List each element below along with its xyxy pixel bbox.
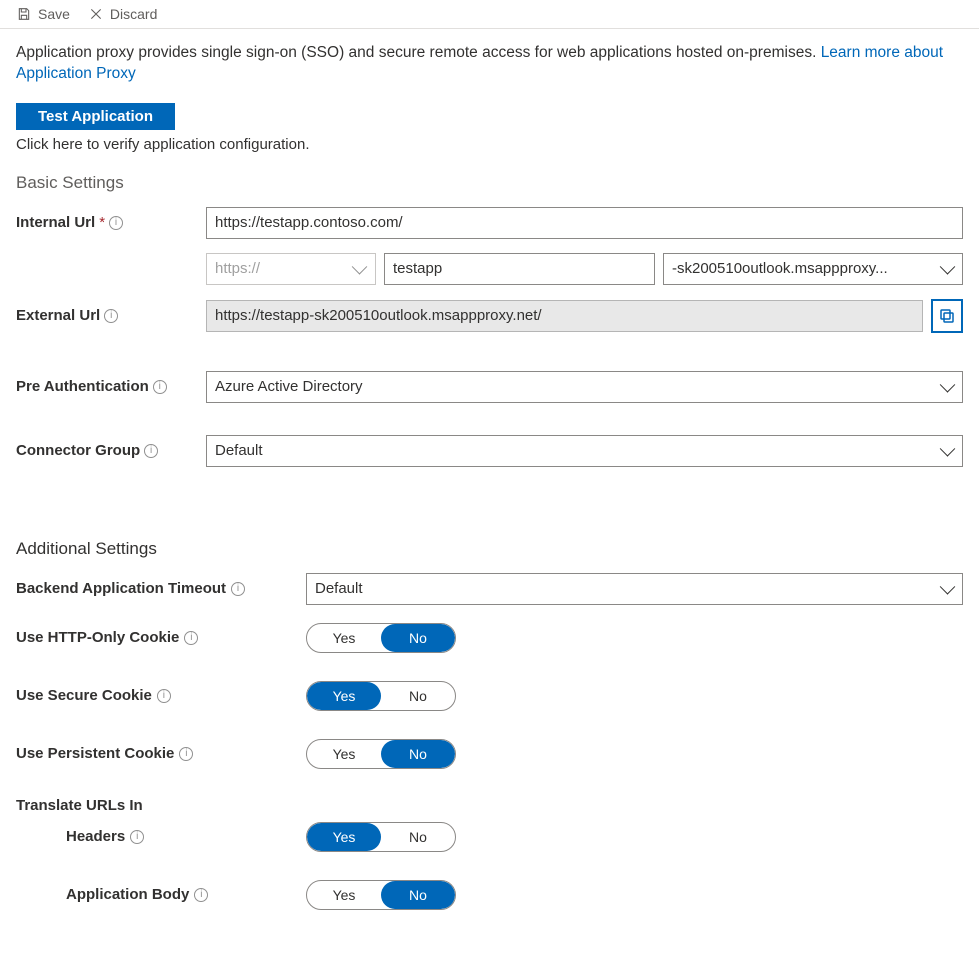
copy-external-url-button[interactable] <box>931 299 963 333</box>
row-translate-headers: Headers i Yes No <box>16 822 963 852</box>
secure-cookie-toggle[interactable]: Yes No <box>306 681 456 711</box>
test-application-button[interactable]: Test Application <box>16 103 175 130</box>
toggle-yes[interactable]: Yes <box>307 823 381 851</box>
copy-icon <box>938 307 956 325</box>
toggle-yes[interactable]: Yes <box>307 624 381 652</box>
row-external-url: External Url i <box>16 299 963 333</box>
discard-label: Discard <box>110 6 157 22</box>
body-toggle[interactable]: Yes No <box>306 880 456 910</box>
info-icon[interactable]: i <box>104 309 118 323</box>
info-icon[interactable]: i <box>109 216 123 230</box>
connector-select[interactable] <box>206 435 963 467</box>
http-only-label: Use HTTP-Only Cookie <box>16 629 179 646</box>
headers-toggle[interactable]: Yes No <box>306 822 456 852</box>
secure-cookie-label: Use Secure Cookie <box>16 687 152 704</box>
save-label: Save <box>38 6 70 22</box>
row-secure-cookie: Use Secure Cookie i Yes No <box>16 681 963 711</box>
verify-text: Click here to verify application configu… <box>16 136 963 153</box>
toggle-no[interactable]: No <box>381 682 455 710</box>
command-bar: Save Discard <box>0 0 979 29</box>
save-icon <box>16 6 32 22</box>
backend-timeout-select[interactable] <box>306 573 963 605</box>
info-icon[interactable]: i <box>231 582 245 596</box>
info-icon[interactable]: i <box>144 444 158 458</box>
toggle-no[interactable]: No <box>381 881 455 909</box>
info-icon[interactable]: i <box>130 830 144 844</box>
toggle-no[interactable]: No <box>381 740 455 768</box>
intro-text: Application proxy provides single sign-o… <box>16 43 963 85</box>
info-icon[interactable]: i <box>153 380 167 394</box>
info-icon[interactable]: i <box>157 689 171 703</box>
discard-button[interactable]: Discard <box>88 6 157 22</box>
toggle-yes[interactable]: Yes <box>307 740 381 768</box>
row-persistent-cookie: Use Persistent Cookie i Yes No <box>16 739 963 769</box>
toggle-no[interactable]: No <box>381 823 455 851</box>
preauth-select[interactable] <box>206 371 963 403</box>
toggle-no[interactable]: No <box>381 624 455 652</box>
external-url-label: External Url <box>16 307 100 324</box>
toggle-yes[interactable]: Yes <box>307 881 381 909</box>
row-external-url-parts: https:// <box>16 253 963 285</box>
timeout-label: Backend Application Timeout <box>16 580 226 597</box>
row-internal-url: Internal Url * i <box>16 207 963 239</box>
external-url-output <box>206 300 923 332</box>
connector-label: Connector Group <box>16 442 140 459</box>
required-asterisk: * <box>99 214 105 231</box>
headers-label: Headers <box>66 828 125 845</box>
row-connector-group: Connector Group i <box>16 435 963 467</box>
basic-settings-heading: Basic Settings <box>16 173 963 193</box>
row-preauth: Pre Authentication i <box>16 371 963 403</box>
info-icon[interactable]: i <box>194 888 208 902</box>
http-only-toggle[interactable]: Yes No <box>306 623 456 653</box>
protocol-select[interactable]: https:// <box>206 253 376 285</box>
row-http-only-cookie: Use HTTP-Only Cookie i Yes No <box>16 623 963 653</box>
internal-url-label: Internal Url <box>16 214 95 231</box>
domain-suffix-select[interactable] <box>663 253 963 285</box>
save-button[interactable]: Save <box>16 6 70 22</box>
additional-settings-heading: Additional Settings <box>16 539 963 559</box>
internal-url-input[interactable] <box>206 207 963 239</box>
subdomain-input[interactable] <box>384 253 655 285</box>
toggle-yes[interactable]: Yes <box>307 682 381 710</box>
info-icon[interactable]: i <box>184 631 198 645</box>
persistent-cookie-toggle[interactable]: Yes No <box>306 739 456 769</box>
translate-urls-heading: Translate URLs In <box>16 797 963 814</box>
preauth-label: Pre Authentication <box>16 378 149 395</box>
intro-paragraph: Application proxy provides single sign-o… <box>16 44 821 61</box>
row-backend-timeout: Backend Application Timeout i <box>16 573 963 605</box>
close-icon <box>88 6 104 22</box>
body-label: Application Body <box>66 886 189 903</box>
protocol-value: https:// <box>215 260 260 277</box>
info-icon[interactable]: i <box>179 747 193 761</box>
row-translate-body: Application Body i Yes No <box>16 880 963 910</box>
persistent-cookie-label: Use Persistent Cookie <box>16 745 174 762</box>
